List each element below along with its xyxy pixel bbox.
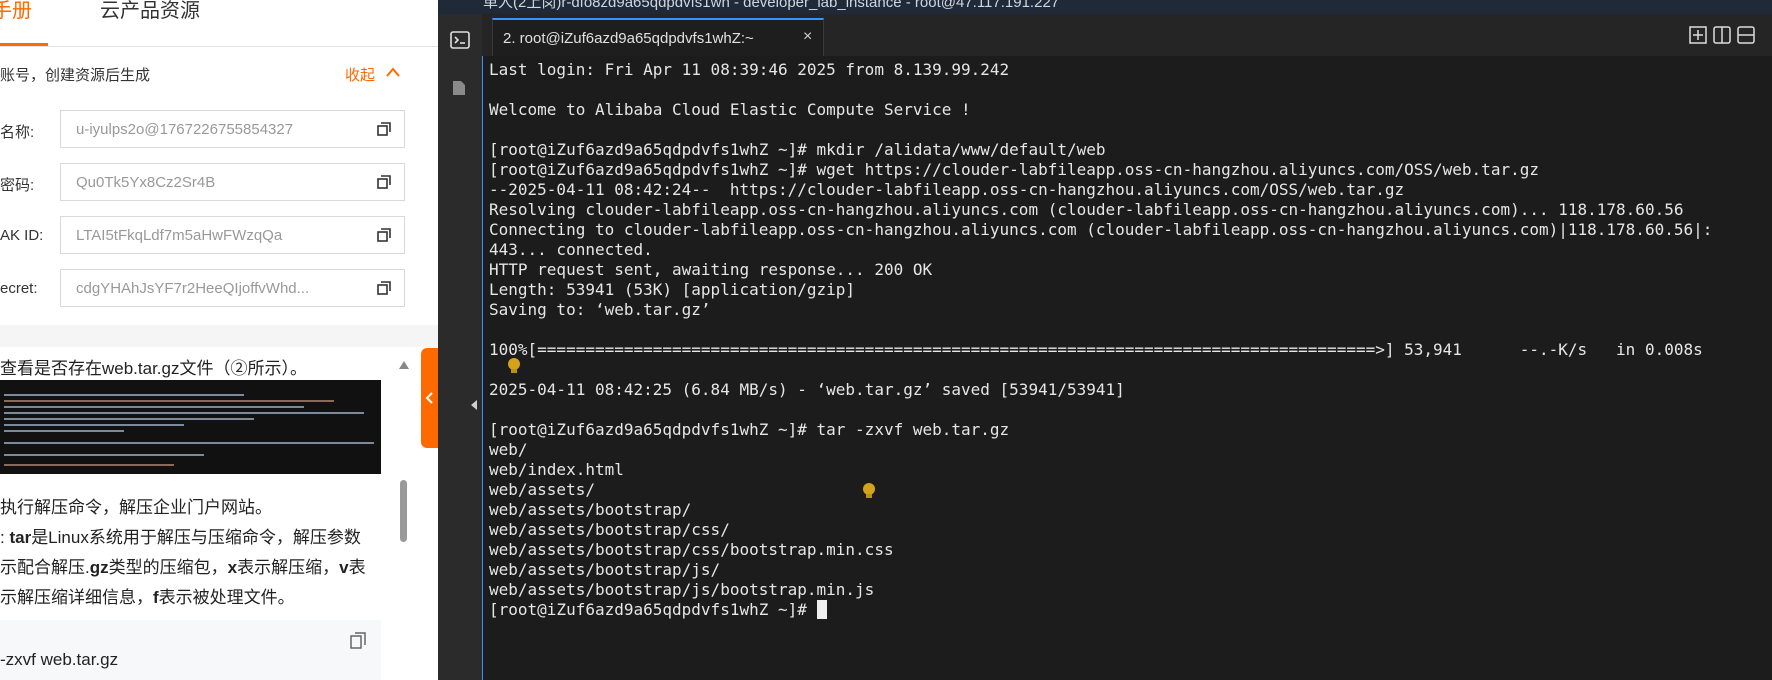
terminal-line: Welcome to Alibaba Cloud Elastic Compute… — [489, 100, 971, 119]
terminal-line: [root@iZuf6azd9a65qdpdvfs1whZ ~]# wget h… — [489, 160, 1539, 179]
copy-icon[interactable] — [377, 122, 391, 136]
lightbulb-icon[interactable] — [862, 482, 876, 500]
terminal-line: 100%[===================================… — [489, 340, 1703, 359]
ak-secret-value: cdgYHAhJsYF7r2HeeQIjoffvWhd... — [76, 280, 310, 297]
new-terminal-icon[interactable] — [1689, 26, 1707, 44]
username-field[interactable]: u-iyulps2o@1767226755854327 — [60, 110, 405, 148]
terminal-tab-label: 2. root@iZuf6azd9a65qdpdvfs1whZ:~ — [503, 30, 754, 47]
terminal-line: web/index.html — [489, 460, 624, 479]
split-horizontal-icon[interactable] — [1737, 26, 1755, 44]
code-command: -zxvf web.tar.gz — [0, 650, 119, 669]
terminal-line: web/assets/bootstrap/ — [489, 500, 692, 519]
terminal-screenshot-image — [0, 380, 381, 474]
terminal-line: web/assets/bootstrap/css/bootstrap.min.c… — [489, 540, 894, 559]
terminal-line: web/assets/bootstrap/js/ — [489, 560, 721, 579]
lab-guide-panel: 手册 云产品资源 账号，创建资源后生成 收起 名称: u-iyulps2o@17… — [0, 0, 438, 680]
copy-icon[interactable] — [377, 175, 391, 189]
terminal-tabstrip: 2. root@iZuf6azd9a65qdpdvfs1whZ:~ × — [482, 14, 1772, 56]
terminal-line: --2025-04-11 08:42:24-- https://clouder-… — [489, 180, 1405, 199]
guide-scrollbar[interactable] — [400, 480, 407, 542]
window-titlebar: 单人(2上岗)r-dfo8zd9a65qdpdvfs1wh - develope… — [438, 0, 1772, 14]
desc-line-2: 示配合解压.gz类型的压缩包，x表示解压缩，v表 — [0, 558, 366, 577]
copy-icon[interactable] — [377, 228, 391, 242]
collapse-label: 收起 — [345, 67, 376, 84]
terminal-line: web/assets/ — [489, 480, 595, 499]
terminal-line: web/assets/bootstrap/css/ — [489, 520, 730, 539]
check-file-step: 查看是否存在web.tar.gz文件（②所示）。 — [0, 359, 307, 378]
remote-terminal-app: 单人(2上岗)r-dfo8zd9a65qdpdvfs1wh - develope… — [438, 0, 1772, 680]
terminal-prompt-line[interactable]: [root@iZuf6azd9a65qdpdvfs1whZ ~]# — [489, 600, 827, 620]
resource-notice: 账号，创建资源后生成 — [0, 67, 151, 84]
terminal-line: 2025-04-11 08:42:25 (6.84 MB/s) - ‘web.t… — [489, 380, 1125, 399]
active-tab-underline — [0, 43, 48, 46]
password-value: Qu0Tk5Yx8Cz2Sr4B — [76, 174, 216, 191]
extract-step: 执行解压命令，解压企业门户网站。 — [0, 498, 272, 517]
password-label: 密码: — [0, 177, 35, 194]
scroll-up-arrow-icon[interactable] — [398, 360, 410, 370]
copy-code-icon[interactable] — [350, 632, 366, 650]
terminal-line: [root@iZuf6azd9a65qdpdvfs1whZ ~]# mkdir … — [489, 140, 1106, 159]
split-vertical-icon[interactable] — [1713, 26, 1731, 44]
terminal-line: Connecting to clouder-labfileapp.oss-cn-… — [489, 220, 1713, 239]
ak-id-value: LTAI5tFkqLdf7m5aHwFWzqQa — [76, 227, 283, 244]
tab-manual[interactable]: 手册 — [0, 0, 32, 22]
password-field[interactable]: Qu0Tk5Yx8Cz2Sr4B — [60, 163, 405, 201]
guide-tabbar: 手册 云产品资源 — [0, 0, 438, 47]
collapse-sidebar-icon[interactable] — [470, 399, 478, 411]
terminal-icon[interactable] — [450, 31, 470, 49]
ak-secret-field[interactable]: cdgYHAhJsYF7r2HeeQIjoffvWhd... — [60, 269, 405, 307]
window-title: 单人(2上岗)r-dfo8zd9a65qdpdvfs1wh - develope… — [483, 0, 1060, 11]
terminal-tab[interactable]: 2. root@iZuf6azd9a65qdpdvfs1whZ:~ × — [492, 18, 824, 56]
ak-secret-label: ecret: — [0, 280, 38, 297]
tab-cloud-resources[interactable]: 云产品资源 — [100, 0, 200, 22]
username-label: 名称: — [0, 124, 35, 141]
chevron-left-icon — [425, 392, 433, 404]
terminal-cursor — [816, 600, 827, 619]
username-value: u-iyulps2o@1767226755854327 — [76, 121, 294, 138]
copy-icon[interactable] — [377, 281, 391, 295]
ak-id-field[interactable]: LTAI5tFkqLdf7m5aHwFWzqQa — [60, 216, 405, 254]
section-divider — [0, 325, 438, 347]
terminal-output[interactable]: [root@iZuf6azd9a65qdpdvfs1whZ ~]# Last l… — [482, 56, 1772, 680]
close-tab-icon[interactable]: × — [803, 28, 812, 46]
activity-bar — [438, 14, 482, 680]
panel-toggle-handle[interactable] — [421, 348, 438, 448]
terminal-line: HTTP request sent, awaiting response... … — [489, 260, 933, 279]
terminal-line: web/assets/bootstrap/js/bootstrap.min.js — [489, 580, 875, 599]
terminal-line: Last login: Fri Apr 11 08:39:46 2025 fro… — [489, 60, 1010, 79]
terminal-line: 443... connected. — [489, 240, 653, 259]
terminal-line: web/ — [489, 440, 528, 459]
terminal-line: Resolving clouder-labfileapp.oss-cn-hang… — [489, 200, 1684, 219]
terminal-line: [root@iZuf6azd9a65qdpdvfs1whZ ~]# tar -z… — [489, 420, 1010, 439]
collapse-button[interactable]: 收起 — [345, 64, 400, 85]
chevron-up-icon — [386, 67, 400, 77]
ak-id-label: AK ID: — [0, 227, 44, 244]
desc-line-3: 示解压缩详细信息，f表示被处理文件。 — [0, 588, 295, 607]
terminal-line: Length: 53941 (53K) [application/gzip] — [489, 280, 856, 299]
desc-line-1: : tar是Linux系统用于解压与压缩命令，解压参数 — [0, 528, 361, 547]
terminal-line: Saving to: ‘web.tar.gz’ — [489, 300, 711, 319]
file-icon[interactable] — [452, 80, 466, 96]
terminal-scrollbar[interactable] — [1763, 56, 1771, 676]
